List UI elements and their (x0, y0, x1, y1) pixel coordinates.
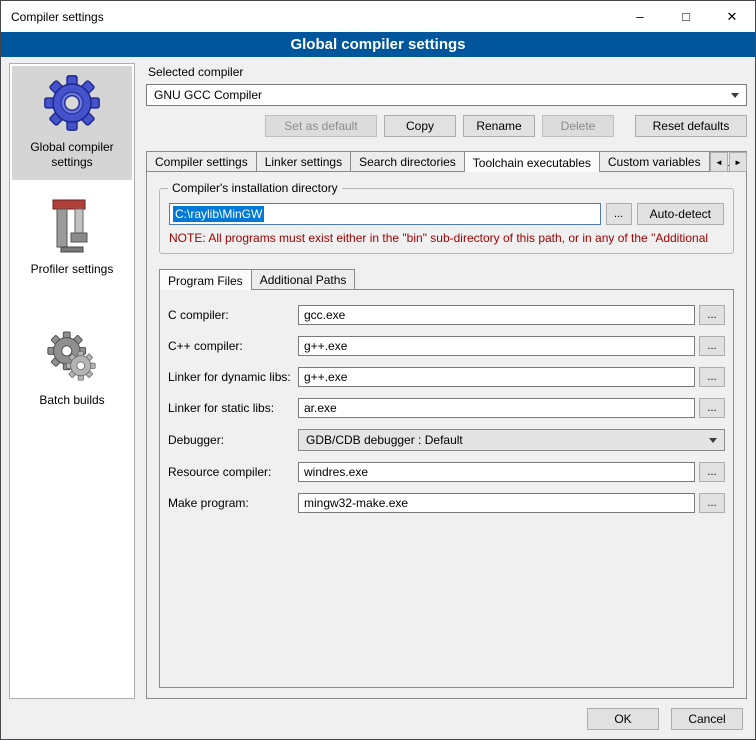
rename-button[interactable]: Rename (463, 115, 535, 137)
cancel-button[interactable]: Cancel (671, 708, 743, 730)
field-row-make-program: Make program: ... (168, 493, 725, 513)
field-label: Linker for static libs: (168, 401, 298, 415)
tab-custom-variables[interactable]: Custom variables (599, 151, 710, 172)
titlebar: Compiler settings – □ ✕ (1, 1, 755, 32)
field-label: Resource compiler: (168, 465, 298, 479)
install-dir-browse-button[interactable]: ... (606, 203, 632, 225)
reset-defaults-button[interactable]: Reset defaults (635, 115, 747, 137)
field-row-static-linker: Linker for static libs: ... (168, 398, 725, 418)
make-program-input[interactable] (298, 493, 695, 513)
selected-compiler-value: GNU GCC Compiler (154, 88, 725, 102)
delete-button[interactable]: Delete (542, 115, 614, 137)
sidebar-item-global-compiler-settings[interactable]: Global compiler settings (12, 66, 132, 180)
make-program-browse-button[interactable]: ... (699, 493, 725, 513)
compiler-actions: Set as default Copy Rename Delete Reset … (146, 115, 747, 137)
installation-directory-group-title: Compiler's installation directory (168, 181, 342, 195)
field-row-debugger: Debugger: GDB/CDB debugger : Default (168, 429, 725, 451)
installation-directory-group: Compiler's installation directory C:\ray… (159, 188, 734, 254)
page-title: Global compiler settings (1, 32, 755, 57)
profiler-tool-icon (49, 198, 95, 254)
maximize-button[interactable]: □ (663, 1, 709, 32)
resource-compiler-browse-button[interactable]: ... (699, 462, 725, 482)
tab-linker-settings[interactable]: Linker settings (256, 151, 351, 172)
field-label: Make program: (168, 496, 298, 510)
field-row-cpp-compiler: C++ compiler: ... (168, 336, 725, 356)
selected-compiler-select[interactable]: GNU GCC Compiler (146, 84, 747, 106)
sidebar-item-profiler-settings[interactable]: Profiler settings (12, 190, 132, 287)
toolchain-executables-panel: Compiler's installation directory C:\ray… (146, 171, 747, 699)
window-controls: – □ ✕ (617, 1, 755, 32)
sidebar-item-label: Global compiler settings (16, 140, 128, 170)
tab-compiler-settings[interactable]: Compiler settings (146, 151, 257, 172)
dialog-footer: OK Cancel (587, 708, 743, 730)
install-dir-selected-text: C:\raylib\MinGW (173, 206, 264, 222)
debugger-select[interactable]: GDB/CDB debugger : Default (298, 429, 725, 451)
resource-compiler-input[interactable] (298, 462, 695, 482)
static-linker-browse-button[interactable]: ... (699, 398, 725, 418)
dynamic-linker-input[interactable] (298, 367, 695, 387)
tab-scroll-left-icon[interactable]: ◄ (710, 152, 728, 172)
c-compiler-browse-button[interactable]: ... (699, 305, 725, 325)
main-settings-area: Selected compiler GNU GCC Compiler Set a… (146, 63, 747, 699)
chevron-down-icon (709, 438, 717, 443)
field-label: C++ compiler: (168, 339, 298, 353)
field-row-resource-compiler: Resource compiler: ... (168, 462, 725, 482)
sidebar-item-label: Batch builds (39, 393, 104, 408)
debugger-value: GDB/CDB debugger : Default (306, 433, 703, 447)
tab-scroll-right-icon[interactable]: ► (729, 152, 747, 172)
settings-category-list: Global compiler settings Profiler settin… (9, 63, 135, 699)
auto-detect-button[interactable]: Auto-detect (637, 203, 724, 225)
static-linker-input[interactable] (298, 398, 695, 418)
gray-gears-icon (44, 329, 100, 385)
tab-program-files[interactable]: Program Files (159, 269, 252, 290)
tab-scroll-controls: ◄ ► (710, 152, 747, 172)
dynamic-linker-browse-button[interactable]: ... (699, 367, 725, 387)
settings-tabbar: Compiler settings Linker settings Search… (146, 150, 747, 172)
program-files-tabbar: Program Files Additional Paths (159, 268, 734, 290)
c-compiler-input[interactable] (298, 305, 695, 325)
selected-compiler-label: Selected compiler (148, 65, 747, 79)
ok-button[interactable]: OK (587, 708, 659, 730)
copy-button[interactable]: Copy (384, 115, 456, 137)
field-label: C compiler: (168, 308, 298, 322)
set-as-default-button[interactable]: Set as default (265, 115, 377, 137)
dialog-body: Global compiler settings Profiler settin… (9, 63, 747, 699)
compiler-settings-dialog: Compiler settings – □ ✕ Global compiler … (0, 0, 756, 740)
field-label: Linker for dynamic libs: (168, 370, 298, 384)
installation-directory-row: C:\raylib\MinGW ... Auto-detect (169, 203, 724, 225)
window-title: Compiler settings (1, 10, 104, 24)
close-button[interactable]: ✕ (709, 1, 755, 32)
field-row-c-compiler: C compiler: ... (168, 305, 725, 325)
program-files-tabs: Program Files Additional Paths (159, 268, 734, 290)
tab-search-directories[interactable]: Search directories (350, 151, 465, 172)
tab-additional-paths[interactable]: Additional Paths (251, 269, 356, 290)
minimize-button[interactable]: – (617, 1, 663, 32)
cpp-compiler-browse-button[interactable]: ... (699, 336, 725, 356)
blue-gear-icon (43, 74, 101, 132)
chevron-down-icon (731, 93, 739, 98)
field-row-dynamic-linker: Linker for dynamic libs: ... (168, 367, 725, 387)
sidebar-item-label: Profiler settings (31, 262, 114, 277)
field-label: Debugger: (168, 433, 298, 447)
tab-toolchain-executables[interactable]: Toolchain executables (464, 151, 600, 172)
program-files-panel: C compiler: ... C++ compiler: ... Linker… (159, 289, 734, 688)
cpp-compiler-input[interactable] (298, 336, 695, 356)
sidebar-item-batch-builds[interactable]: Batch builds (12, 321, 132, 418)
settings-tabs: Compiler settings Linker settings Search… (146, 150, 747, 172)
bin-subdirectory-note: NOTE: All programs must exist either in … (169, 231, 724, 245)
install-dir-input[interactable]: C:\raylib\MinGW (169, 203, 601, 225)
